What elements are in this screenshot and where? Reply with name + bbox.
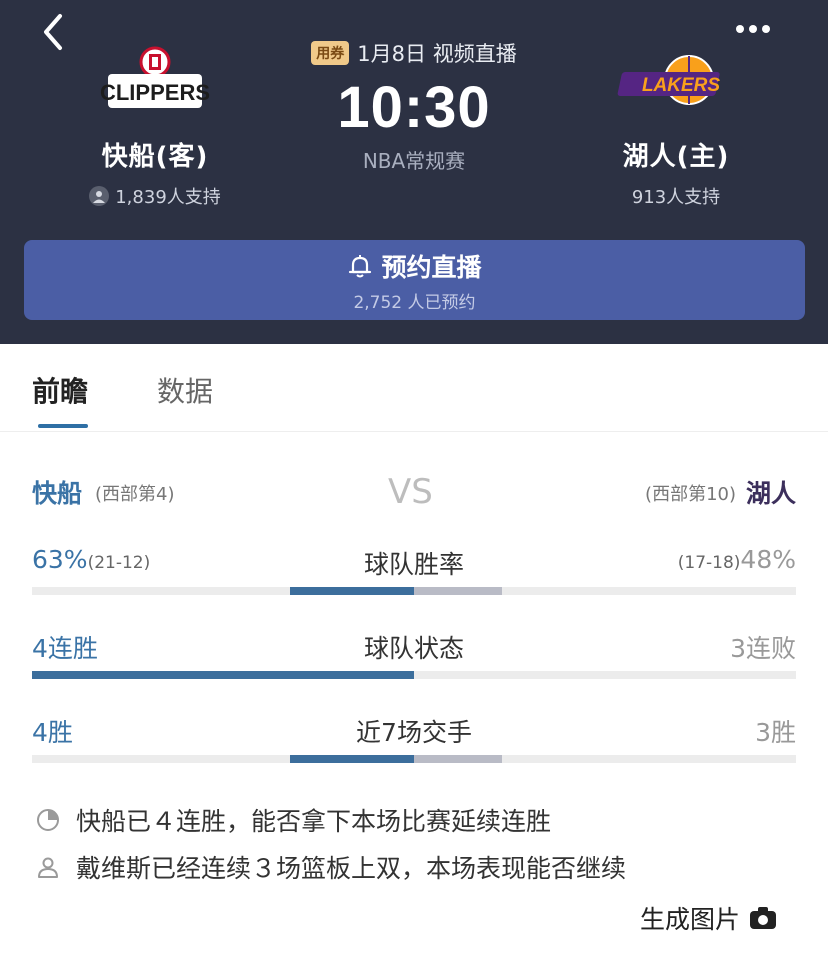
stat-row-head-to-head: 4胜 近7场交手 3胜 — [0, 713, 828, 773]
note-item: 快船已４连胜，能否拿下本场比赛延续连胜 — [36, 802, 551, 838]
person-icon — [36, 855, 60, 879]
stat-right-sub: (17-18) — [677, 553, 741, 573]
generate-image-button[interactable]: 生成图片 — [640, 900, 778, 936]
stat-title: 近7场交手 — [356, 718, 472, 747]
date-line: 用券 1月8日 视频直播 — [264, 38, 564, 68]
stat-left-value: 4连胜 — [32, 634, 98, 663]
broadcast-date: 1月8日 视频直播 — [357, 42, 517, 66]
note-text: 戴维斯已经连续３场篮板上双，本场表现能否继续 — [76, 854, 627, 883]
away-support: 1,839人支持 — [35, 183, 275, 209]
league-name: NBA常规赛 — [362, 149, 466, 173]
match-info: 用券 1月8日 视频直播 10:30 NBA常规赛 — [264, 38, 564, 174]
stat-left-value: 4胜 — [32, 718, 73, 747]
tab-active-indicator — [38, 424, 88, 428]
tab-data[interactable]: 数据 — [157, 370, 213, 410]
stat-right: (17-18)48% — [678, 545, 796, 574]
reserve-live-button[interactable]: 预约直播 2,752 人已预约 — [24, 240, 805, 320]
note-text: 快船已４连胜，能否拿下本场比赛延续连胜 — [76, 807, 552, 836]
home-support-count: 913人支持 — [631, 187, 721, 208]
versus-away-name: 快船 — [32, 479, 83, 508]
home-team-name: 湖人(主) — [622, 142, 730, 172]
pie-chart-icon — [36, 808, 60, 832]
stat-bar-home — [414, 587, 502, 595]
stat-row-form: 4连胜 球队状态 3连败 — [0, 629, 828, 689]
svg-text:CLIPPERS: CLIPPERS — [100, 80, 210, 105]
away-team-name: 快船(客) — [101, 142, 209, 172]
reserve-main: 预约直播 — [347, 248, 482, 284]
stat-left: 4胜 — [32, 713, 73, 749]
generate-image-label: 生成图片 — [640, 905, 741, 934]
stat-row-win-rate: 63%(21-12) 球队胜率 (17-18)48% — [0, 545, 828, 605]
lakers-logo: LAKERS — [611, 40, 741, 132]
svg-text:LAKERS: LAKERS — [642, 75, 720, 96]
stat-bar — [32, 755, 796, 763]
stat-right: 3连败 — [730, 629, 796, 665]
stat-right-value: 3连败 — [730, 634, 796, 663]
match-time: 10:30 — [337, 75, 491, 140]
home-team[interactable]: LAKERS 湖人(主) 913人支持 — [556, 40, 796, 209]
bell-icon — [349, 254, 372, 277]
away-team[interactable]: CLIPPERS 快船(客) 1,839人支持 — [35, 40, 275, 209]
stat-bar-home — [414, 755, 502, 763]
coupon-badge[interactable]: 用券 — [311, 41, 350, 65]
reserve-count: 2,752 人已预约 — [353, 292, 476, 313]
stat-title: 球队胜率 — [363, 550, 464, 579]
away-support-count: 1,839人支持 — [115, 187, 221, 208]
tab-preview[interactable]: 前瞻 — [32, 370, 88, 410]
stat-bar-away — [32, 671, 414, 679]
versus-home-rank: (西部第10) — [645, 484, 736, 505]
stat-title: 球队状态 — [363, 634, 464, 663]
reserve-label: 预约直播 — [381, 252, 482, 282]
versus-row: 快船 (西部第4) VS (西部第10) 湖人 — [0, 472, 828, 514]
stat-right-value: 48% — [740, 545, 796, 574]
stat-bar — [32, 587, 796, 595]
stat-right: 3胜 — [755, 713, 796, 749]
versus-label: VS — [388, 472, 433, 512]
stat-right-value: 3胜 — [755, 718, 796, 747]
camera-icon — [750, 907, 777, 929]
versus-home-name: 湖人 — [745, 479, 796, 508]
clippers-logo: CLIPPERS — [90, 40, 220, 132]
note-item: 戴维斯已经连续３场篮板上双，本场表现能否继续 — [36, 849, 626, 885]
stat-left: 63%(21-12) — [32, 545, 150, 574]
stat-left-sub: (21-12) — [87, 553, 151, 573]
home-support: 913人支持 — [556, 183, 796, 209]
stat-bar — [32, 671, 796, 679]
stat-left: 4连胜 — [32, 629, 98, 665]
stat-bar-away — [290, 587, 414, 595]
stat-bar-away — [290, 755, 414, 763]
match-header: CLIPPERS 快船(客) 1,839人支持 用券 1月8日 视频直播 10:… — [0, 0, 828, 344]
avatar-icon — [89, 186, 110, 206]
stat-left-value: 63% — [32, 545, 88, 574]
versus-away-rank: (西部第4) — [95, 484, 175, 505]
tab-bar: 前瞻 数据 — [0, 344, 828, 432]
